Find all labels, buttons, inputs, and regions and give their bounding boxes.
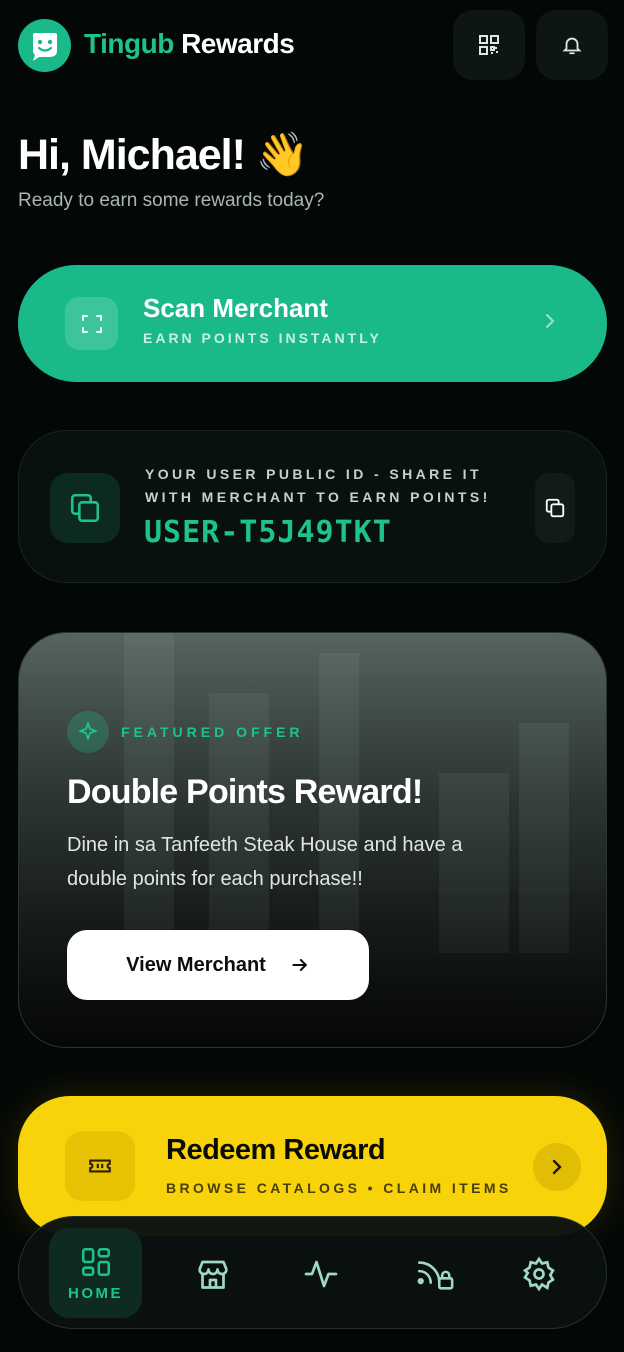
scan-title: Scan Merchant [143, 293, 328, 323]
notifications-button[interactable] [536, 10, 608, 80]
view-merchant-button[interactable]: View Merchant [67, 930, 369, 1000]
store-icon [198, 1260, 228, 1289]
chevron-right-icon [546, 314, 555, 328]
ticket-icon [65, 1131, 135, 1201]
nav-home[interactable]: HOME [49, 1228, 142, 1318]
qr-code-icon [479, 35, 499, 55]
featured-description: Dine in sa Tanfeeth Steak House and have… [67, 834, 463, 890]
nav-home-label: HOME [68, 1284, 123, 1302]
arrow-right-icon [292, 959, 308, 971]
greeting-title: Hi, Michael! 👋 [18, 131, 309, 179]
nav-rss-lock[interactable] [415, 1254, 455, 1294]
copy-id-button[interactable] [535, 473, 575, 543]
smile-logo-icon [32, 32, 57, 61]
view-merchant-label: View Merchant [126, 953, 266, 976]
bell-icon [562, 37, 582, 55]
bottom-nav: HOME [18, 1216, 607, 1329]
id-copy-icon [50, 473, 120, 543]
sparkle-icon [67, 711, 109, 753]
featured-offer-card: FEATURED OFFER Double Points Reward! Din… [18, 632, 607, 1048]
greeting-subtitle: Ready to earn some rewards today? [18, 190, 325, 211]
scan-subtitle: EARN POINTS INSTANTLY [143, 330, 382, 346]
featured-tag: FEATURED OFFER [121, 724, 304, 740]
chevron-right-icon [552, 1159, 562, 1175]
nav-settings[interactable] [519, 1254, 559, 1294]
copy-icon [545, 498, 565, 518]
activity-icon [304, 1260, 338, 1288]
nav-store[interactable] [193, 1254, 233, 1294]
user-id-value: USER-T5J49TKT [144, 515, 392, 550]
nav-activity[interactable] [301, 1254, 341, 1294]
scan-merchant-card[interactable]: Scan Merchant EARN POINTS INSTANTLY [18, 265, 607, 382]
redeem-title: Redeem Reward [166, 1134, 386, 1166]
redeem-reward-card[interactable]: Redeem Reward BROWSE CATALOGS • CLAIM IT… [18, 1096, 607, 1236]
settings-icon [522, 1256, 555, 1292]
qr-code-button[interactable] [453, 10, 525, 80]
brand-logo [18, 19, 71, 72]
app-title: Tingub Rewards [84, 28, 295, 59]
redeem-subtitle: BROWSE CATALOGS • CLAIM ITEMS [166, 1180, 512, 1196]
featured-title: Double Points Reward! [67, 773, 423, 811]
user-id-card: YOUR USER PUBLIC ID - SHARE IT WITH MERC… [18, 430, 607, 583]
redeem-chevron-button[interactable] [533, 1143, 581, 1191]
home-icon [81, 1247, 110, 1276]
rss-lock-icon [417, 1261, 454, 1290]
scan-icon [65, 297, 118, 350]
user-id-label: YOUR USER PUBLIC ID - SHARE IT WITH MERC… [145, 466, 491, 505]
